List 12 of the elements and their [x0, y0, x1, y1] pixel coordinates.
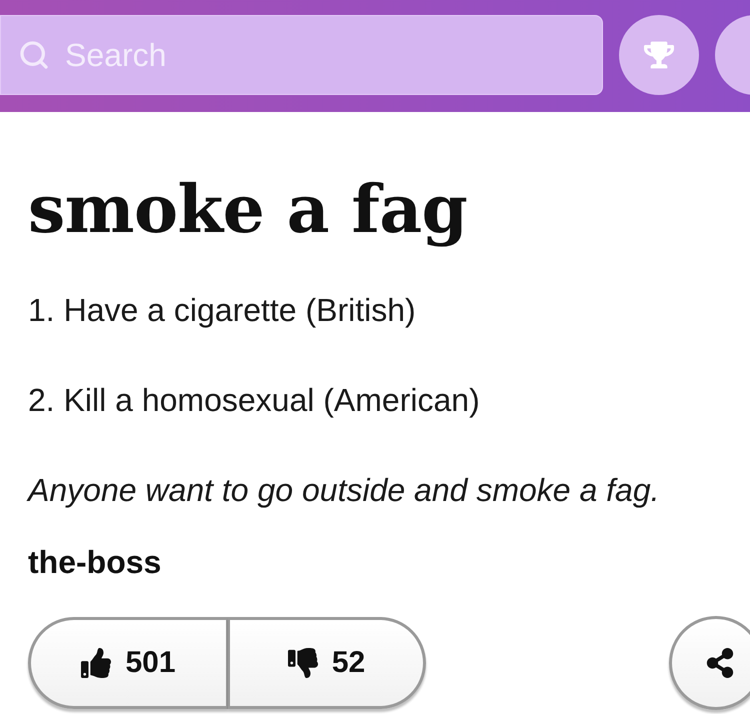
upvote-button[interactable]: 501 — [28, 617, 228, 709]
trophy-icon — [644, 40, 674, 70]
author-name: the-boss — [28, 543, 162, 582]
definition-text: 1. Have a cigarette (British) — [28, 291, 416, 330]
thumbs-down-icon — [288, 648, 318, 678]
downvote-button[interactable]: 52 — [228, 617, 426, 709]
search-icon — [18, 39, 50, 71]
share-icon — [705, 648, 735, 678]
definition-text: 2. Kill a homosexual (American) — [28, 381, 480, 420]
thumbs-up-icon — [81, 648, 112, 678]
example-sentence: Anyone want to go outside and smoke a fag. — [28, 471, 660, 510]
entry-word: smoke a fag — [28, 169, 468, 249]
